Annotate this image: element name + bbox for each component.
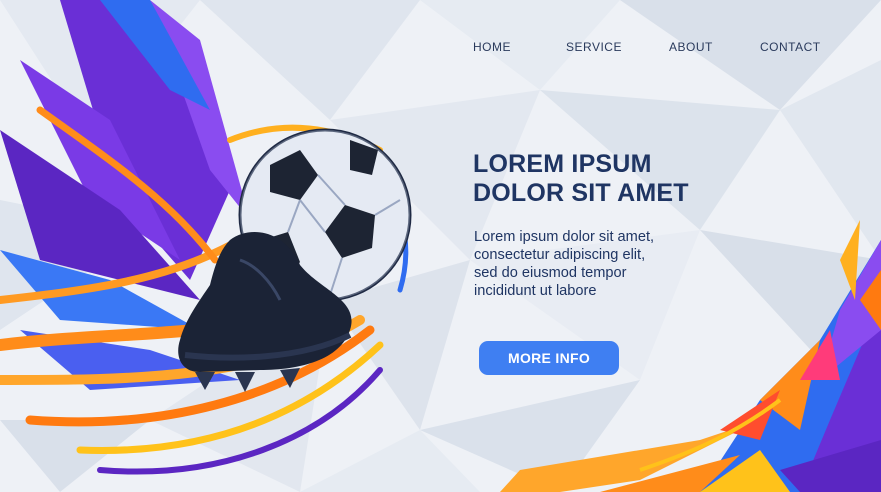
nav-link-about[interactable]: ABOUT [669,40,713,54]
hero-description-line: consectetur adipiscing elit, [474,247,646,263]
hero-title-line: DOLOR SIT AMET [473,179,689,207]
hero-description-line: sed do eiusmod tempor [474,265,627,281]
top-navigation: HOME SERVICE ABOUT CONTACT [470,40,850,60]
hero-title-line: LOREM IPSUM [473,150,652,178]
nav-link-contact[interactable]: CONTACT [760,40,821,54]
hero-description-line: Lorem ipsum dolor sit amet, [474,229,655,245]
hero-description: Lorem ipsum dolor sit amet, consectetur … [474,228,734,300]
hero-description-line: incididunt ut labore [474,283,597,299]
nav-link-service[interactable]: SERVICE [566,40,622,54]
bottom-right-mosaic [500,220,881,492]
nav-link-home[interactable]: HOME [473,40,511,54]
hero-title: LOREM IPSUM DOLOR SIT AMET [473,150,773,208]
more-info-button[interactable]: MORE INFO [479,341,619,375]
